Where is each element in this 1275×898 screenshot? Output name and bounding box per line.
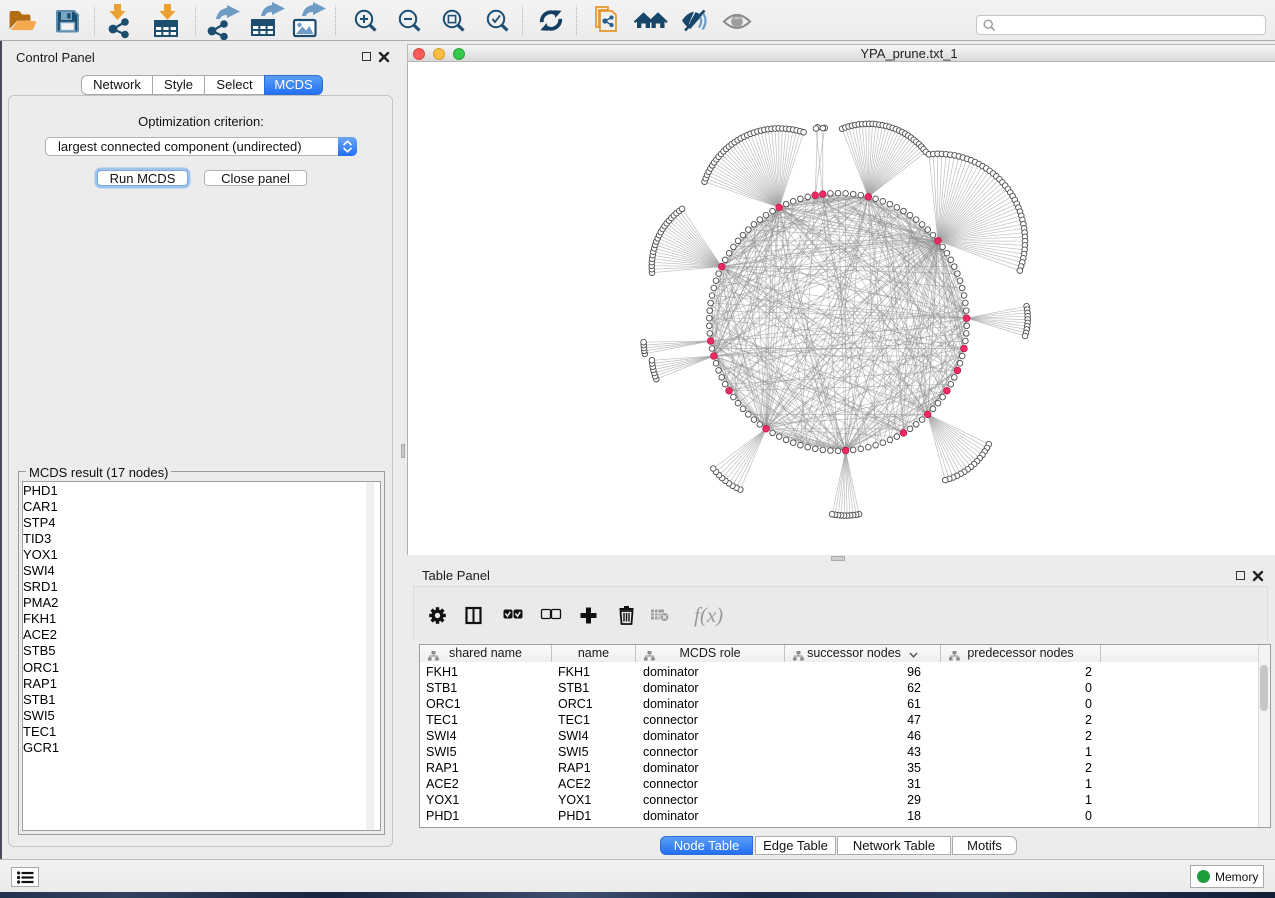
svg-text:f(x): f(x) <box>694 603 723 627</box>
